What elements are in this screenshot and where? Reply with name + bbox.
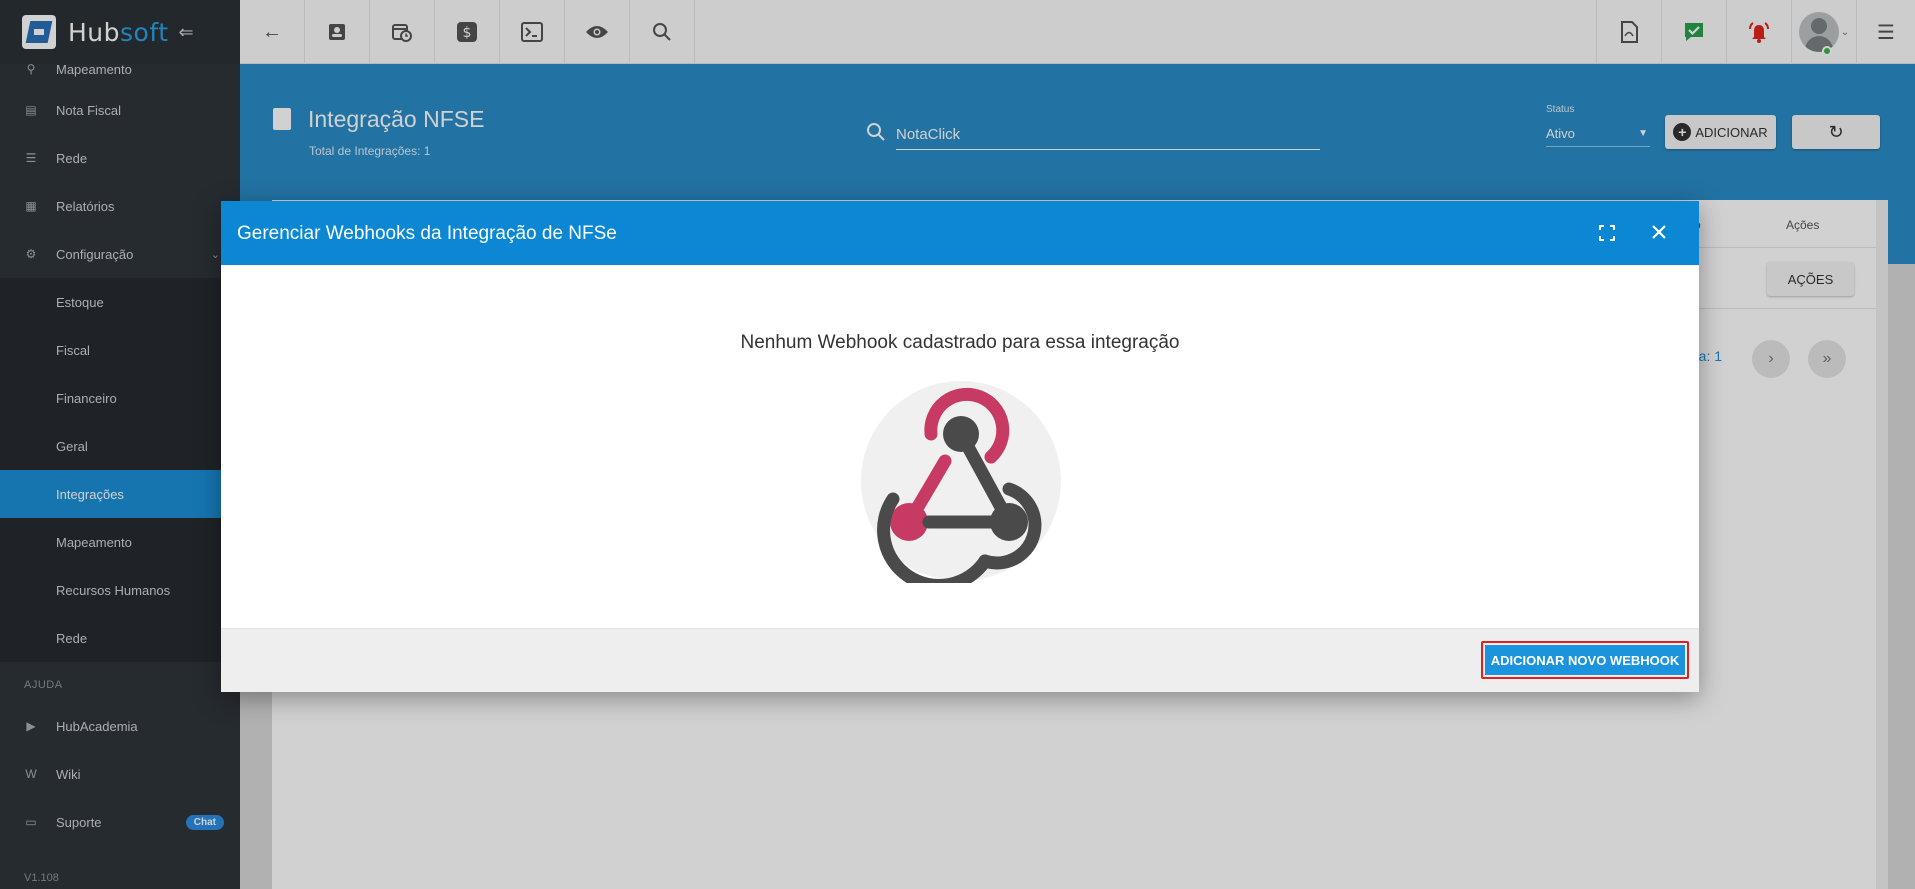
modal-header: Gerenciar Webhooks da Integração de NFSe: [221, 201, 1699, 265]
webhooks-modal: Gerenciar Webhooks da Integração de NFSe…: [221, 201, 1699, 692]
close-icon: [1652, 225, 1666, 239]
webhook-icon: [861, 381, 1061, 583]
close-button[interactable]: [1644, 217, 1674, 247]
empty-state-message: Nenhum Webhook cadastrado para essa inte…: [740, 332, 1180, 353]
add-webhook-label: ADICIONAR NOVO WEBHOOK: [1485, 645, 1685, 675]
modal-footer: ADICIONAR NOVO WEBHOOK: [221, 628, 1699, 692]
add-webhook-button[interactable]: ADICIONAR NOVO WEBHOOK: [1481, 641, 1689, 679]
modal-title: Gerenciar Webhooks da Integração de NFSe: [237, 223, 617, 244]
fullscreen-icon: [1599, 225, 1615, 241]
fullscreen-button[interactable]: [1593, 219, 1621, 247]
